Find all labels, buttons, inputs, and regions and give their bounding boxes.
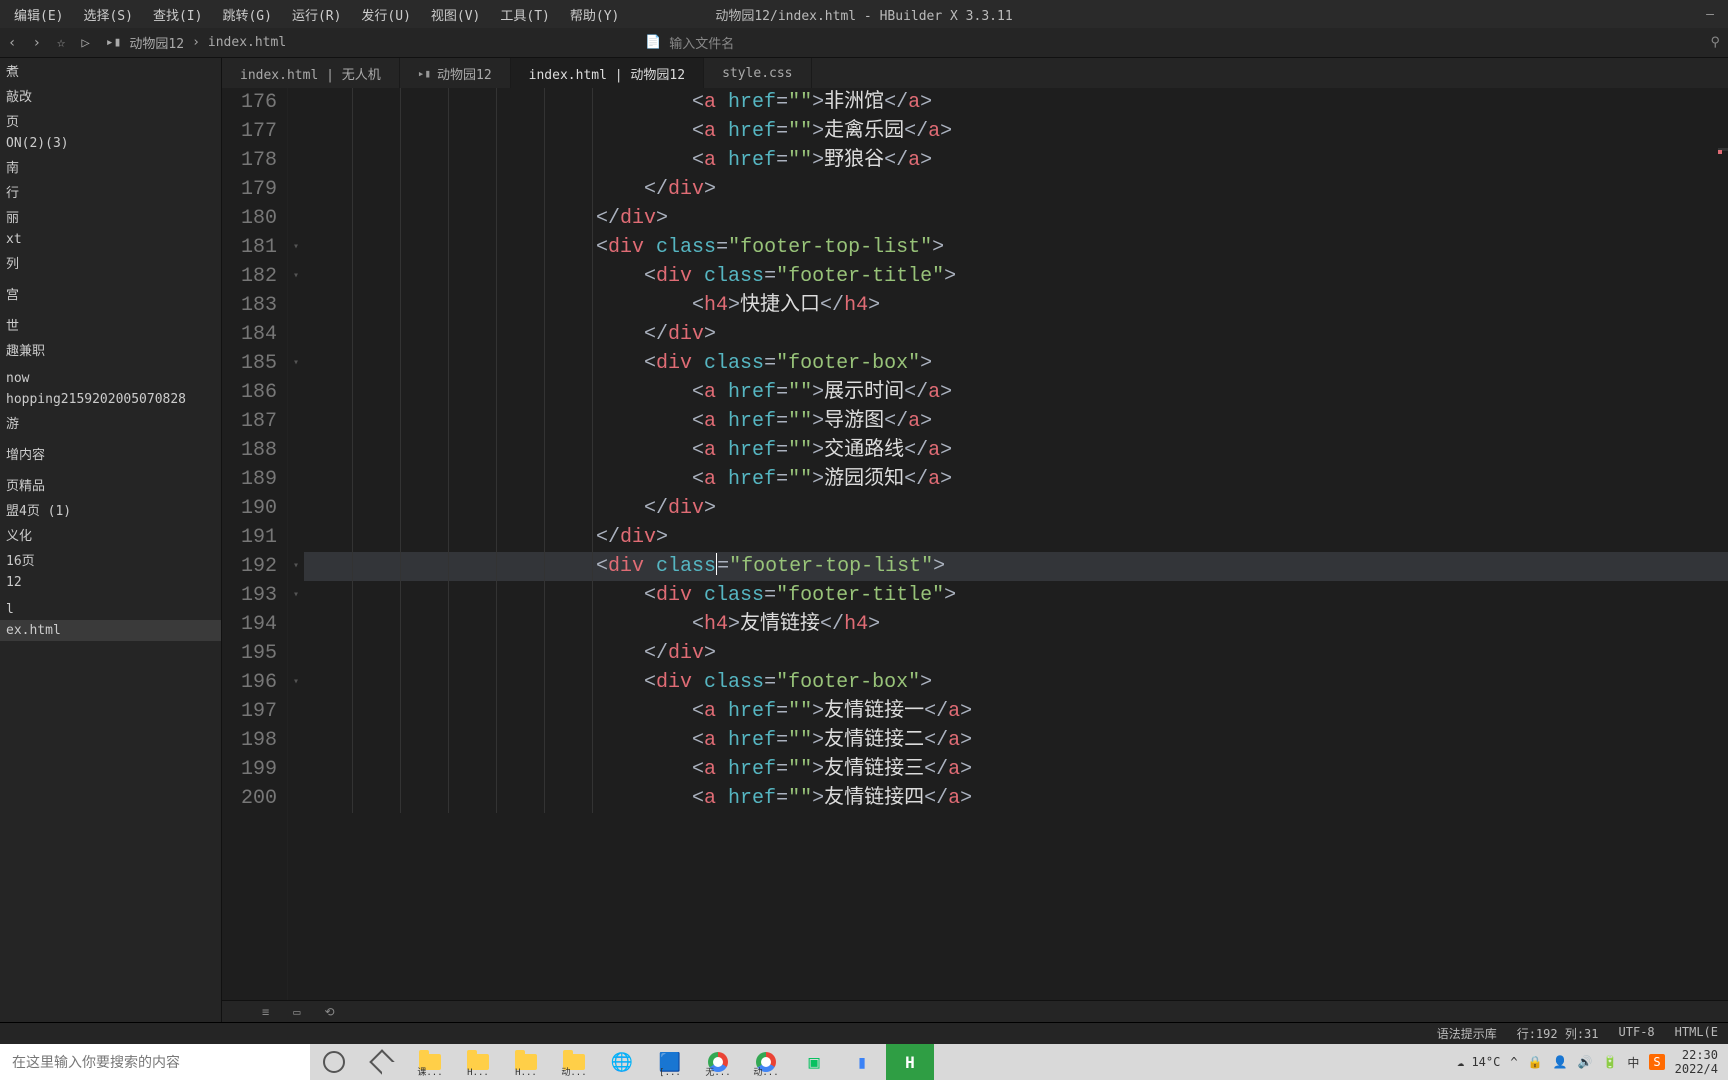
editor-tab[interactable]: index.html | 动物园12 [511,58,704,88]
editor-tab[interactable]: style.css [704,58,811,88]
sidebar-item[interactable]: 页 [0,108,221,133]
sidebar-item[interactable]: 行 [0,179,221,204]
breadcrumb: ▸▮ 动物园12 › index.html [106,33,286,52]
chevron-right-icon: › [192,35,200,50]
project-explorer[interactable]: 煮敲改页ON(2)(3)南行丽xt列宫世趣兼职 nowhopping2159202… [0,58,222,1022]
sidebar-item[interactable]: 盟4页 (1) [0,497,221,522]
sidebar-item[interactable]: 义化 [0,522,221,547]
sidebar-item[interactable]: 游 [0,410,221,435]
taskbar-app-1[interactable]: 🟦[... [646,1044,694,1080]
menu-view[interactable]: 视图(V) [421,1,490,28]
sidebar-item[interactable]: 列 [0,250,221,275]
tray-volume-icon[interactable]: 🔊 [1577,1055,1592,1069]
star-icon[interactable]: ☆ [57,35,65,51]
taskbar-chrome-2[interactable]: 动... [742,1044,790,1080]
nav-forward-icon[interactable]: › [32,35,40,51]
system-tray: ☁ 14°C ^ 🔒 👤 🔊 🔋 中 S 22:30 2022/4 [1447,1048,1728,1076]
sidebar-item[interactable]: 丽 [0,204,221,229]
filter-icon[interactable]: ⚲ [1710,35,1720,50]
taskbar-search[interactable]: 在这里输入你要搜索的内容 [0,1044,310,1080]
status-encoding[interactable]: UTF-8 [1619,1025,1655,1042]
play-icon[interactable]: ▷ [81,35,89,51]
taskbar-wechat-icon[interactable]: ▣ [790,1044,838,1080]
fold-gutter[interactable]: ▾▾▾▾▾▾ [288,88,304,1000]
tray-user-icon[interactable]: 👤 [1553,1055,1568,1069]
toolbar: ‹ › ☆ ▷ ▸▮ 动物园12 › index.html 📄 输入文件名 ⚲ [0,28,1728,58]
sync-icon[interactable]: ⟲ [324,1005,334,1019]
sidebar-item[interactable]: 趣兼职 [0,337,221,362]
minimize-icon[interactable]: — [1706,7,1714,22]
taskbar-clock[interactable]: 22:30 2022/4 [1675,1048,1718,1076]
weather-widget[interactable]: ☁ 14°C [1457,1055,1500,1069]
taskbar-folder-1[interactable]: 课... [406,1044,454,1080]
menu-help[interactable]: 帮助(Y) [560,1,629,28]
editor-footer-icons: ≡ ▭ ⟲ [222,1000,1728,1022]
taskbar-chrome-1[interactable]: 无... [694,1044,742,1080]
code-content[interactable]: <a href="">非洲馆</a><a href="">走禽乐园</a><a … [304,88,1728,1000]
menu-edit[interactable]: 编辑(E) [4,1,73,28]
taskbar-folder-4[interactable]: 动... [550,1044,598,1080]
editor-tab[interactable]: ▸▮动物园12 [400,58,511,88]
taskbar-folder-2[interactable]: H... [454,1044,502,1080]
sidebar-item[interactable]: l [0,599,221,620]
minimap[interactable] [1718,148,1728,942]
window-title: 动物园12/index.html - HBuilder X 3.3.11 [715,5,1012,24]
menu-publish[interactable]: 发行(U) [351,1,420,28]
filename-input[interactable]: 输入文件名 [669,33,734,52]
sidebar-item[interactable]: ON(2)(3) [0,133,221,154]
line-number-gutter: 1761771781791801811821831841851861871881… [222,88,288,1000]
crumb-file[interactable]: index.html [208,35,286,50]
statusbar: 语法提示库 行:192 列:31 UTF-8 HTML(E [0,1022,1728,1044]
tray-expand-icon[interactable]: ^ [1510,1055,1517,1069]
sidebar-item[interactable]: 增内容 [0,441,221,466]
terminal-icon[interactable]: ▭ [293,1005,300,1019]
folder-icon: ▸▮ [106,35,122,50]
menu-run[interactable]: 运行(R) [282,1,351,28]
outline-icon[interactable]: ≡ [262,1005,269,1019]
menu-goto[interactable]: 跳转(G) [212,1,281,28]
cortana-icon[interactable] [310,1044,358,1080]
nav-back-icon[interactable]: ‹ [8,35,16,51]
sidebar-item-selected[interactable]: ex.html [0,620,221,641]
sidebar-item[interactable]: hopping2159202005070828 [0,389,221,410]
tray-ime-sogou[interactable]: S [1649,1054,1664,1070]
taskbar-folder-3[interactable]: H... [502,1044,550,1080]
new-file-icon[interactable]: 📄 [645,35,661,50]
status-syntax[interactable]: 语法提示库 [1437,1025,1497,1042]
tray-security-icon[interactable]: 🔒 [1528,1055,1543,1069]
code-editor[interactable]: 1761771781791801811821831841851861871881… [222,88,1728,1000]
taskbar-app-blue[interactable]: ▮ [838,1044,886,1080]
status-language[interactable]: HTML(E [1675,1025,1718,1042]
task-view-icon[interactable] [358,1044,406,1080]
sidebar-item[interactable]: 南 [0,154,221,179]
menubar: 编辑(E) 选择(S) 查找(I) 跳转(G) 运行(R) 发行(U) 视图(V… [0,0,1728,28]
menu-find[interactable]: 查找(I) [143,1,212,28]
sidebar-item[interactable]: 敲改 [0,83,221,108]
sidebar-item[interactable]: 世 [0,312,221,337]
menu-tools[interactable]: 工具(T) [490,1,559,28]
sidebar-item[interactable]: 宫 [0,281,221,306]
tray-ime-lang[interactable]: 中 [1627,1054,1639,1071]
sidebar-item[interactable]: 煮 [0,58,221,83]
taskbar-hbuilder-icon[interactable]: H [886,1044,934,1080]
sidebar-item[interactable]: 12 [0,572,221,593]
sidebar-item[interactable]: 16页 [0,547,221,572]
editor-tabs: index.html | 无人机▸▮动物园12index.html | 动物园1… [222,58,1728,88]
status-rowcol[interactable]: 行:192 列:31 [1517,1025,1599,1042]
crumb-project[interactable]: 动物园12 [129,33,184,52]
tray-battery-icon[interactable]: 🔋 [1602,1055,1617,1069]
taskbar-edge-icon[interactable]: 🌐 [598,1044,646,1080]
sidebar-item[interactable]: now [0,368,221,389]
windows-taskbar: 在这里输入你要搜索的内容 课... H... H... 动... 🌐 🟦[...… [0,1044,1728,1080]
menu-select[interactable]: 选择(S) [73,1,142,28]
editor-tab[interactable]: index.html | 无人机 [222,58,400,88]
sidebar-item[interactable]: xt [0,229,221,250]
sidebar-item[interactable]: 页精品 [0,472,221,497]
